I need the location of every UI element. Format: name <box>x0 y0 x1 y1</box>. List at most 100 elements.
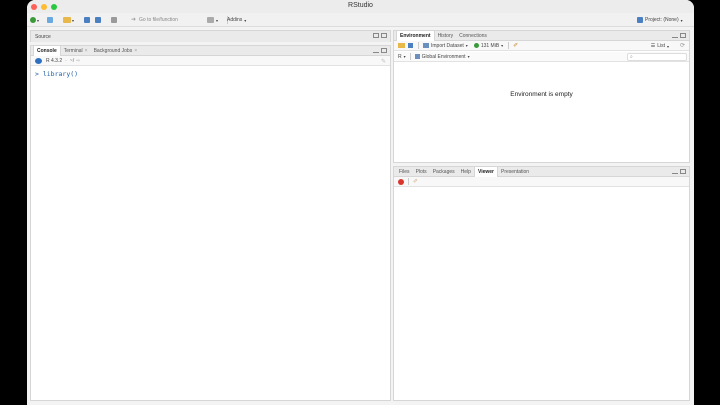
print-button[interactable] <box>111 16 117 24</box>
rstudio-window: RStudio ▾ ▾ ➜ Go to file/function ▾ Addi… <box>27 0 694 405</box>
toolbar-divider <box>408 178 409 185</box>
open-folder-icon[interactable] <box>398 43 405 48</box>
console-info-bar: R 4.3.2 · ~/ ⇨ ✎ <box>31 56 390 66</box>
search-icon: ⌕ <box>630 54 633 60</box>
scope-label: Global Environment <box>421 53 466 60</box>
tab-environment[interactable]: Environment <box>396 31 435 41</box>
files-pane: Files Plots Packages Help Viewer Present… <box>393 166 690 401</box>
environment-scope-bar: R ▾ Global Environment ▾ ⌕ <box>394 52 689 62</box>
chevron-down-icon: ▾ <box>403 54 406 59</box>
toolbar-divider <box>508 42 510 49</box>
open-file-button[interactable]: ▾ <box>63 16 74 24</box>
environment-icon <box>414 54 420 59</box>
main-toolbar: ▾ ▾ ➜ Go to file/function ▾ Addins ▾ Pro… <box>27 13 694 27</box>
chevron-down-icon: ▾ <box>37 17 40 23</box>
tab-connections[interactable]: Connections <box>456 31 490 41</box>
print-icon <box>111 17 117 23</box>
tab-console[interactable]: Console <box>33 46 61 56</box>
source-pane-controls <box>373 33 387 38</box>
chevron-down-icon: ▾ <box>244 17 247 23</box>
save-workspace-icon[interactable] <box>408 43 413 48</box>
go-to-directory-icon[interactable]: ⇨ <box>76 58 80 64</box>
environment-pane-controls <box>672 33 686 38</box>
chevron-down-icon: ▾ <box>216 17 219 23</box>
minimize-pane-icon[interactable] <box>672 172 678 174</box>
grid-layout-button[interactable]: ▾ <box>207 16 218 24</box>
tab-terminal[interactable]: Terminal × <box>61 46 91 56</box>
console-pane-controls <box>373 48 387 53</box>
console-input-line[interactable]: > library() <box>35 70 78 78</box>
maximize-pane-icon[interactable] <box>680 169 686 174</box>
close-tab-icon[interactable]: × <box>85 46 88 56</box>
project-menu[interactable]: Project: (None) ▾ <box>637 16 683 24</box>
grid-icon <box>207 17 214 23</box>
save-icon <box>84 17 90 23</box>
clear-console-icon[interactable]: ✎ <box>381 58 386 65</box>
list-view-button[interactable]: ☰ List ▾ <box>651 43 669 49</box>
tab-help[interactable]: Help <box>458 167 474 177</box>
tab-label: Presentation <box>500 169 530 175</box>
go-to-file-placeholder: Go to file/function <box>139 16 178 23</box>
r-logo-icon <box>35 57 42 64</box>
chevron-down-icon: ▾ <box>465 43 468 48</box>
chevron-down-icon: ▾ <box>72 17 75 23</box>
toolbar-divider <box>418 42 419 49</box>
save-button[interactable] <box>84 16 90 24</box>
global-environment-select[interactable]: Global Environment ▾ <box>414 53 470 60</box>
source-pane-header: Source <box>31 31 390 42</box>
close-tab-icon[interactable]: × <box>134 46 137 56</box>
minimize-pane-icon[interactable] <box>672 36 678 38</box>
environment-tabs: Environment History Connections <box>396 31 490 41</box>
import-dataset-label: Import Dataset <box>431 42 464 49</box>
tab-label: Connections <box>459 33 487 39</box>
tab-background-jobs[interactable]: Background Jobs × <box>91 46 141 56</box>
tab-presentation[interactable]: Presentation <box>498 167 532 177</box>
maximize-pane-icon[interactable] <box>381 33 387 38</box>
save-all-icon <box>95 17 101 23</box>
files-tabs: Files Plots Packages Help Viewer Present… <box>396 167 532 177</box>
environment-pane: Environment History Connections Import D… <box>393 30 690 163</box>
tab-viewer[interactable]: Viewer <box>473 167 498 177</box>
files-pane-controls <box>672 169 686 174</box>
language-select[interactable]: R ▾ <box>398 54 406 60</box>
tab-history[interactable]: History <box>435 31 457 41</box>
environment-toolbar: Import Dataset ▾ 131 MiB ▾ ✐ ☰ List ▾ ⟳ <box>394 41 689 51</box>
title-bar: RStudio <box>27 0 694 13</box>
console-command-text[interactable]: library() <box>43 70 78 78</box>
environment-search-input[interactable]: ⌕ <box>627 53 687 61</box>
broom-icon[interactable]: ✐ <box>513 42 518 49</box>
r-project-icon <box>637 17 643 23</box>
maximize-pane-icon[interactable] <box>381 48 387 53</box>
list-icon: ☰ <box>650 43 656 49</box>
tab-files[interactable]: Files <box>396 167 413 177</box>
working-directory-label: ~/ <box>69 57 75 64</box>
list-view-label: List <box>657 43 665 49</box>
project-icon <box>47 17 53 23</box>
tab-label: Files <box>399 169 410 175</box>
tab-label: Viewer <box>477 169 494 175</box>
addins-label: Addins <box>227 17 243 23</box>
tab-packages[interactable]: Packages <box>430 167 458 177</box>
clear-viewer-icon[interactable]: ✐ <box>413 178 418 185</box>
import-dataset-button[interactable]: Import Dataset ▾ <box>423 43 468 49</box>
new-file-button[interactable]: ▾ <box>30 16 39 24</box>
table-icon <box>423 43 429 48</box>
project-label: Project: (None) <box>645 17 679 23</box>
stop-icon[interactable] <box>398 178 404 185</box>
toolbar-divider <box>409 53 411 60</box>
memory-usage-label: 131 MiB <box>480 42 500 49</box>
restore-pane-icon[interactable] <box>373 33 379 38</box>
save-all-button[interactable] <box>95 16 101 24</box>
memory-pie-icon <box>473 43 479 48</box>
refresh-icon[interactable]: ⟳ <box>680 42 685 49</box>
tab-plots[interactable]: Plots <box>413 167 430 177</box>
minimize-pane-icon[interactable] <box>373 51 379 53</box>
console-prompt: > <box>35 70 39 78</box>
chevron-down-icon: ▾ <box>467 54 470 59</box>
addins-menu[interactable]: Addins ▾ <box>227 16 246 24</box>
maximize-pane-icon[interactable] <box>680 33 686 38</box>
language-label: R <box>398 53 402 60</box>
memory-usage-button[interactable]: 131 MiB ▾ <box>473 42 503 49</box>
new-project-button[interactable] <box>47 16 53 24</box>
tab-label: Help <box>460 169 471 175</box>
